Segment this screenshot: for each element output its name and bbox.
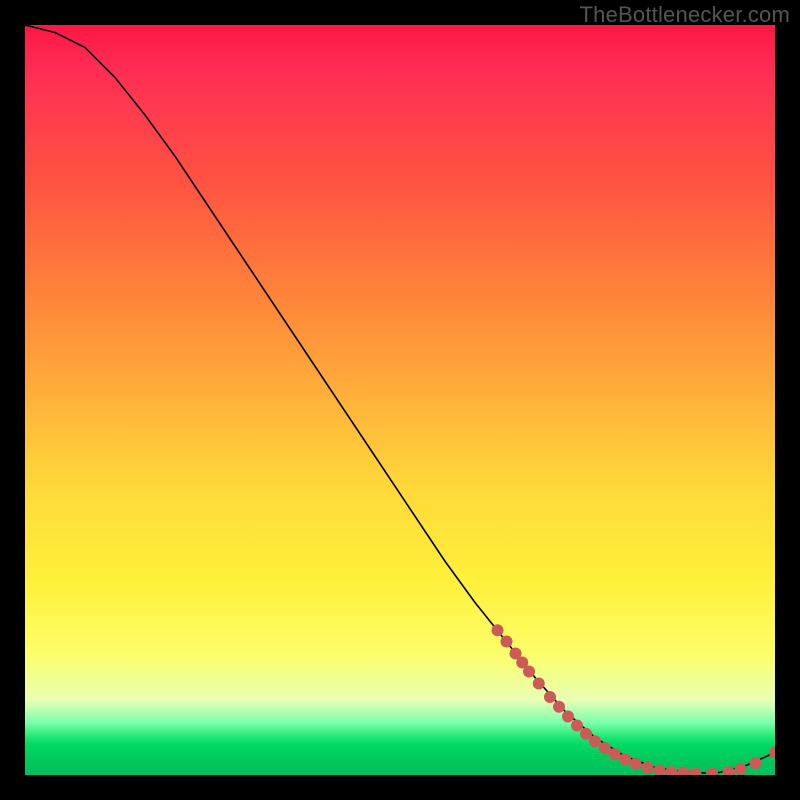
marker-dot	[630, 758, 642, 770]
bottleneck-curve	[25, 25, 775, 774]
marker-dot	[723, 766, 735, 775]
marker-dot	[750, 757, 762, 769]
marker-dot	[544, 691, 556, 703]
marker-dot	[678, 767, 690, 775]
marker-dot	[690, 768, 702, 776]
marker-dot	[706, 768, 718, 776]
marker-dot	[589, 735, 601, 747]
marker-dot	[553, 701, 565, 713]
marker-dot	[492, 624, 504, 636]
chart-svg	[25, 25, 775, 775]
marker-dot	[571, 720, 583, 732]
marker-dot	[642, 762, 654, 774]
marker-dot	[735, 763, 747, 775]
marker-dots	[492, 624, 776, 775]
marker-dot	[654, 765, 666, 776]
marker-dot	[523, 666, 535, 678]
marker-dot	[501, 636, 513, 648]
marker-dot	[769, 747, 775, 759]
marker-dot	[609, 748, 621, 760]
marker-dot	[562, 711, 574, 723]
watermark-text: TheBottlenecker.com	[580, 2, 790, 28]
marker-dot	[666, 766, 678, 775]
marker-dot	[619, 753, 631, 765]
chart-frame: TheBottlenecker.com	[0, 0, 800, 800]
marker-dot	[533, 678, 545, 690]
